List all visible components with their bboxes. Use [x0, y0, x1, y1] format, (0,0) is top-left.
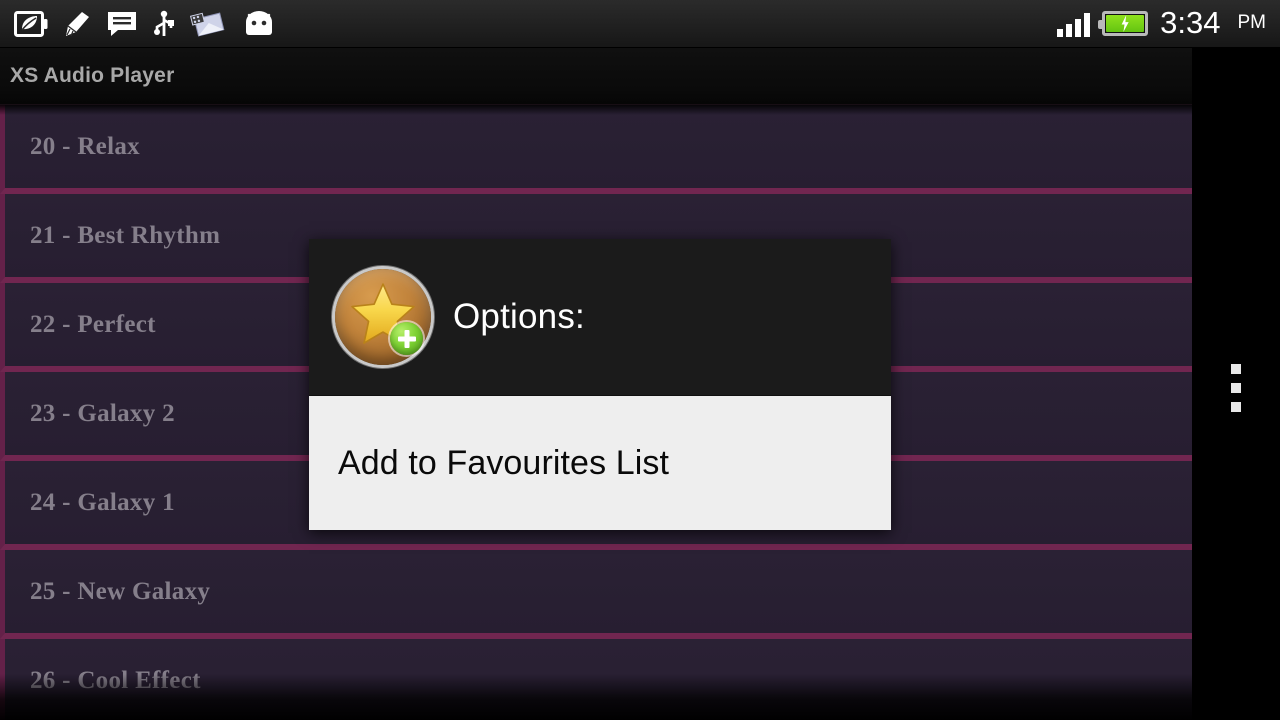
track-list-item[interactable]: 25 - New Galaxy	[0, 550, 1192, 639]
track-list-item-label: 20 - Relax	[30, 132, 140, 160]
usb-icon	[154, 10, 174, 36]
track-list-item-label: 21 - Best Rhythm	[30, 221, 221, 249]
star-add-favourite-icon	[335, 269, 431, 365]
track-list-item-label: 22 - Perfect	[30, 310, 156, 338]
track-list-item[interactable]: 20 - Relax	[0, 105, 1192, 194]
broom-cleaner-icon	[66, 11, 89, 36]
dialog-option-add-to-favourites[interactable]: Add to Favourites List	[338, 444, 669, 483]
status-bar-clock: 3:34	[1160, 5, 1221, 40]
overflow-menu-icon[interactable]	[1224, 360, 1248, 416]
dialog-options-list[interactable]: Add to Favourites List	[309, 396, 891, 530]
android-screen: 3:34 PM XS Audio Player 20 - Relax 21 - B…	[0, 0, 1280, 720]
navigation-bar	[1192, 48, 1280, 720]
track-list-item-label: 23 - Galaxy 2	[30, 399, 175, 427]
track-list-item-label: 25 - New Galaxy	[30, 577, 211, 605]
signal-bars-icon	[1057, 11, 1091, 37]
status-bar: 3:34 PM	[0, 0, 1280, 48]
dialog-header: Options:	[309, 239, 891, 396]
app-title: XS Audio Player	[10, 64, 175, 87]
dialog-title: Options:	[453, 297, 585, 336]
track-list-item[interactable]: 26 - Cool Effect	[0, 639, 1192, 720]
status-bar-clock-ampm: PM	[1237, 11, 1267, 33]
status-bar-notification-icons	[0, 0, 276, 47]
track-list-item-label: 24 - Galaxy 1	[30, 488, 175, 516]
screenshot-gallery-icon	[190, 11, 225, 36]
battery-charging-icon	[1098, 11, 1149, 36]
options-dialog: Options: Add to Favourites List	[309, 239, 891, 530]
sms-message-icon	[108, 11, 136, 36]
action-bar: XS Audio Player	[0, 48, 1192, 105]
android-icon	[246, 10, 272, 35]
status-bar-system-icons: 3:34 PM	[1057, 0, 1280, 47]
leaf-battery-saver-icon	[14, 10, 48, 37]
track-list-item-label: 26 - Cool Effect	[30, 666, 201, 694]
